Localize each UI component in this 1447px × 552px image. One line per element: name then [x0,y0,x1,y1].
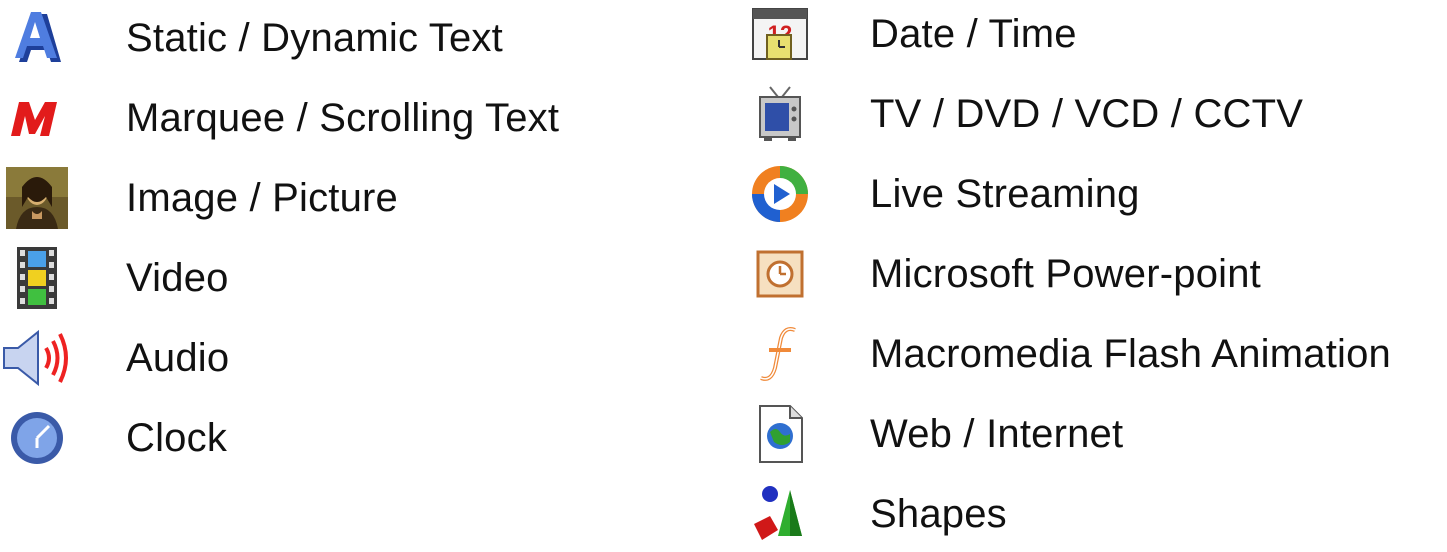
legend-item-video: Video [0,246,229,310]
clock-icon [0,406,74,470]
legend-item-audio: Audio [0,326,229,390]
legend-item-marquee: Marquee / Scrolling Text [0,86,559,150]
legend-item-clock: Clock [0,406,227,470]
legend-label: Date / Time [870,12,1077,56]
legend-item-streaming: Live Streaming [740,162,1140,226]
text-a-icon [0,6,74,70]
web-page-icon [740,402,820,466]
powerpoint-icon [740,242,820,306]
legend-label: Microsoft Power-point [870,252,1261,296]
legend-label: Macromedia Flash Animation [870,332,1391,376]
marquee-m-icon [0,86,74,150]
media-player-icon [740,162,820,226]
legend-label: Clock [126,416,228,460]
tv-icon [740,82,820,146]
legend-item-tv: TV / DVD / VCD / CCTV [740,82,1303,146]
legend-label: Static / Dynamic Text [126,16,503,60]
legend-label: Video [126,256,229,300]
calendar-icon: 12 [740,2,820,66]
legend-item-picture: Image / Picture [0,166,398,230]
film-strip-icon [0,246,74,310]
picture-icon [0,166,74,230]
legend-item-powerpoint: Microsoft Power-point [740,242,1261,306]
legend-item-shapes: Shapes [740,482,1007,546]
legend-label: Shapes [870,492,1007,536]
legend-item-flash: Macromedia Flash Animation [740,322,1391,386]
legend-label: TV / DVD / VCD / CCTV [870,92,1304,136]
shapes-icon [740,482,820,546]
legend-label: Marquee / Scrolling Text [126,96,560,140]
speaker-icon [0,326,74,390]
legend-label: Live Streaming [870,172,1140,216]
legend-item-web: Web / Internet [740,402,1123,466]
legend-label: Audio [126,336,230,380]
legend-item-static-text: Static / Dynamic Text [0,6,503,70]
flash-icon [740,322,820,386]
legend-label: Image / Picture [126,176,399,220]
legend-item-date-time: 12 Date / Time [740,2,1077,66]
legend-label: Web / Internet [870,412,1124,456]
